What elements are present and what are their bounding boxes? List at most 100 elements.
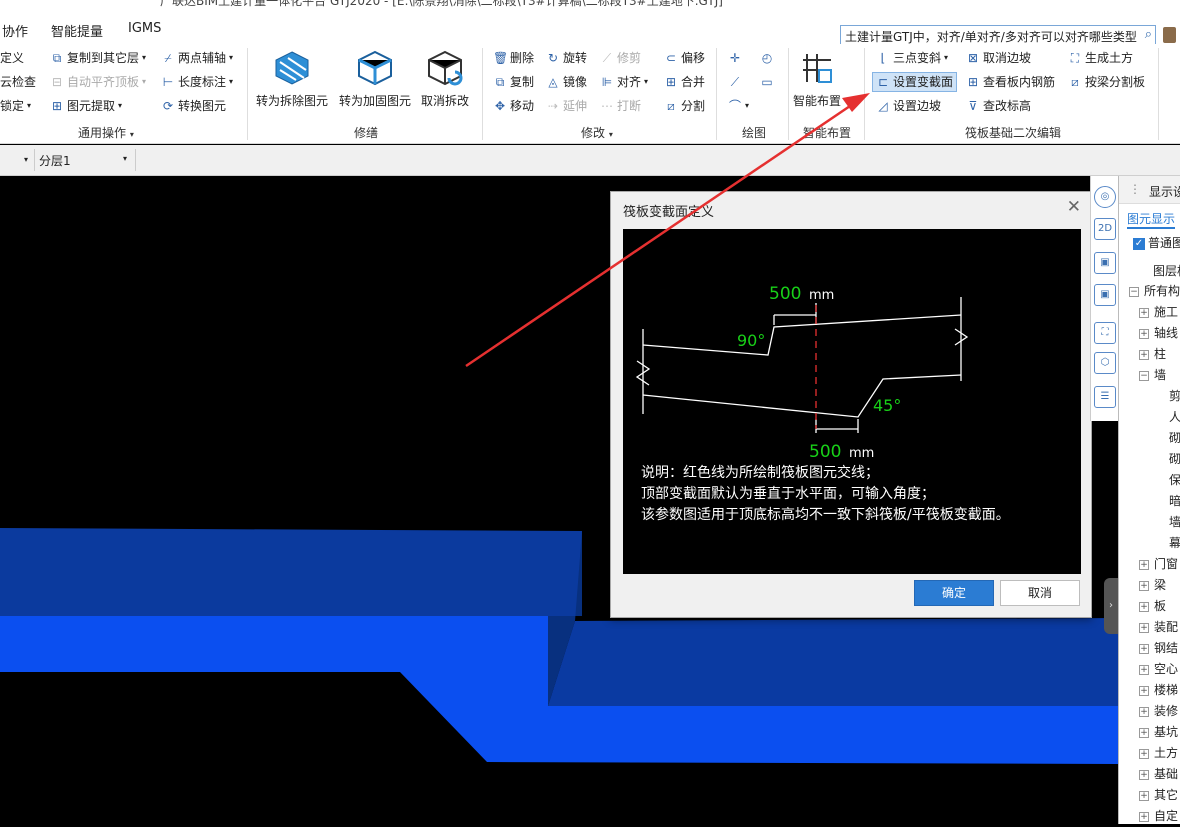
- draw-line-button[interactable]: ⟋: [728, 72, 742, 92]
- angle-icon: ◴: [761, 51, 773, 65]
- ok-button[interactable]: 确定: [914, 580, 994, 606]
- mirror-button[interactable]: ◬ 镜像: [546, 72, 587, 92]
- tree-leaf[interactable]: 剪: [1169, 387, 1180, 404]
- draw-point-button[interactable]: ✛: [728, 48, 742, 68]
- to-reinforce-button[interactable]: 转为加固图元: [339, 48, 411, 109]
- layer-dropdown[interactable]: 分层1 ▾: [34, 149, 136, 171]
- set-edge-slope-button[interactable]: ◿ 设置边坡: [876, 96, 941, 116]
- dim-top-unit: mm: [809, 288, 835, 303]
- group-label-common: 通用操作 ▾: [78, 126, 134, 140]
- smart-layout-button[interactable]: 智能布置: [793, 48, 841, 109]
- lock-button[interactable]: 锁定 ▾: [0, 96, 31, 116]
- edge-slope-icon: ◿: [878, 99, 888, 113]
- cloud-check-button[interactable]: 云检查: [0, 72, 36, 92]
- cancel-edge-slope-button[interactable]: ⊠ 取消边坡: [966, 48, 1031, 68]
- search-icon[interactable]: ⌕: [1145, 27, 1152, 42]
- desc-line-2: 顶部变截面默认为垂直于水平面，可输入角度；: [641, 486, 935, 502]
- tree-item-all[interactable]: − 所有构: [1129, 282, 1180, 299]
- layer-view-icon[interactable]: ☰: [1094, 386, 1116, 408]
- draw-rect-button[interactable]: ▭: [760, 72, 774, 92]
- split-by-beam-button[interactable]: ⧄ 按梁分割板: [1068, 72, 1145, 92]
- generate-earthwork-button[interactable]: ⛶ 生成土方: [1068, 48, 1133, 68]
- rotate-button[interactable]: ↻ 旋转: [546, 48, 587, 68]
- view-2d-icon[interactable]: 2D: [1094, 218, 1116, 240]
- copy-button[interactable]: ⧉ 复制: [493, 72, 534, 92]
- ribbon: 定义 云检查 锁定 ▾ ⧉ 复制到其它层 ▾ ⊟ 自动平齐顶板 ▾ ⊞ 图元提取 ▾ ⌿ 两点辅…: [0, 44, 1180, 144]
- tree-item-wall[interactable]: − 墙: [1139, 366, 1166, 383]
- tree-item[interactable]: + 施工: [1139, 303, 1178, 320]
- tree-leaf[interactable]: 砌: [1169, 429, 1180, 446]
- length-dim-button[interactable]: ⊢ 长度标注 ▾: [161, 72, 233, 92]
- tree-item[interactable]: + 基础: [1139, 765, 1178, 782]
- tree-leaf[interactable]: 暗: [1169, 492, 1180, 509]
- tree-leaf[interactable]: 保: [1169, 471, 1180, 488]
- prev-dropdown-arrow-icon[interactable]: ▾: [24, 155, 28, 164]
- two-point-axis-button[interactable]: ⌿ 两点辅轴 ▾: [161, 48, 233, 68]
- fit-view-icon[interactable]: ⛶: [1094, 322, 1116, 344]
- draw-arc-button[interactable]: ⌒ ▾: [728, 96, 749, 116]
- cancel-repair-button[interactable]: 取消拆改: [421, 48, 469, 109]
- wireframe-icon[interactable]: ⬡: [1094, 352, 1116, 374]
- tree-leaf[interactable]: 人: [1169, 408, 1180, 425]
- extract-element-button[interactable]: ⊞ 图元提取 ▾: [50, 96, 122, 116]
- to-demolish-button[interactable]: 转为拆除图元: [256, 48, 328, 109]
- move-button[interactable]: ✥ 移动: [493, 96, 534, 116]
- menu-igms[interactable]: IGMS: [128, 21, 161, 36]
- slope-icon: ⌊: [880, 51, 886, 65]
- extend-button[interactable]: ⇢ 延伸: [546, 96, 587, 116]
- group-label-modify: 修改 ▾: [581, 126, 613, 140]
- tree-item[interactable]: + 楼梯: [1139, 681, 1178, 698]
- tree-item[interactable]: + 装修: [1139, 702, 1178, 719]
- tree-item[interactable]: + 土方: [1139, 744, 1178, 761]
- align-button[interactable]: ⊫ 对齐 ▾: [600, 72, 648, 92]
- tree-item[interactable]: + 梁: [1139, 576, 1166, 593]
- tree-item[interactable]: + 轴线: [1139, 324, 1178, 341]
- draw-angle-button[interactable]: ◴: [760, 48, 774, 68]
- tree-item[interactable]: + 柱: [1139, 345, 1166, 362]
- tree-item[interactable]: + 空心: [1139, 660, 1178, 677]
- search-text: 土建计量GTJ中，对齐/单对齐/多对齐可以对齐哪些类型: [845, 30, 1137, 44]
- tree-item[interactable]: + 装配: [1139, 618, 1178, 635]
- tree-leaf[interactable]: 墙: [1169, 513, 1180, 530]
- tree-leaf[interactable]: 幕: [1169, 534, 1180, 551]
- set-variable-section-button[interactable]: ⊏ 设置变截面: [872, 72, 958, 92]
- desc-line-1: 说明：红色线为所绘制筏板图元交线；: [641, 465, 879, 481]
- cube-3d-icon[interactable]: ▣: [1094, 284, 1116, 306]
- three-point-slope-button[interactable]: ⌊ 三点变斜 ▾: [876, 48, 948, 68]
- define-button[interactable]: 定义: [0, 48, 24, 68]
- close-icon[interactable]: ✕: [1067, 197, 1081, 217]
- trim-button[interactable]: ⟋ 修剪: [600, 48, 641, 68]
- edit-elevation-button[interactable]: ⊽ 查改标高: [966, 96, 1031, 116]
- tree-item[interactable]: + 钢结: [1139, 639, 1178, 656]
- menu-smart-quantity[interactable]: 智能提量: [51, 21, 103, 40]
- axis-icon: ⌿: [164, 51, 172, 65]
- break-button[interactable]: ⋯ 打断: [600, 96, 641, 116]
- orbit-icon[interactable]: ◎: [1094, 186, 1116, 208]
- cube-view-icon[interactable]: ▣: [1094, 252, 1116, 274]
- cancel-button[interactable]: 取消: [1000, 580, 1080, 606]
- angle-bottom: 45°: [873, 396, 902, 415]
- delete-button[interactable]: 🗑 删除: [493, 48, 534, 68]
- user-avatar-icon[interactable]: [1163, 27, 1176, 43]
- convert-element-button[interactable]: ⟳ 转换图元: [161, 96, 226, 116]
- tab-element-display[interactable]: 图元显示: [1127, 210, 1176, 229]
- split-button[interactable]: ⧄ 分割: [664, 96, 705, 116]
- chevron-right-icon: ›: [1109, 600, 1113, 611]
- tree-item[interactable]: + 基坑: [1139, 723, 1178, 740]
- search-box[interactable]: 土建计量GTJ中，对齐/单对齐/多对齐可以对齐哪些类型 ⌕: [840, 25, 1156, 46]
- rebar-icon: ⊞: [967, 75, 979, 89]
- tree-item[interactable]: + 门窗: [1139, 555, 1178, 572]
- tree-leaf[interactable]: 砌: [1169, 450, 1180, 467]
- normal-checkbox[interactable]: ✓ 普通图: [1133, 234, 1180, 251]
- view-slab-rebar-button[interactable]: ⊞ 查看板内钢筋: [966, 72, 1055, 92]
- merge-button[interactable]: ⊞ 合并: [664, 72, 705, 92]
- tree-item[interactable]: + 自定: [1139, 807, 1178, 824]
- collapse-panel-tab[interactable]: ›: [1104, 578, 1118, 634]
- offset-button[interactable]: ⊂ 偏移: [664, 48, 705, 68]
- mirror-icon: ◬: [548, 75, 558, 89]
- tree-item[interactable]: + 板: [1139, 597, 1166, 614]
- tree-item[interactable]: + 其它: [1139, 786, 1178, 803]
- auto-align-top-button[interactable]: ⊟ 自动平齐顶板 ▾: [50, 72, 146, 92]
- copy-to-layer-button[interactable]: ⧉ 复制到其它层 ▾: [50, 48, 146, 68]
- menu-collab[interactable]: 协作: [2, 21, 28, 40]
